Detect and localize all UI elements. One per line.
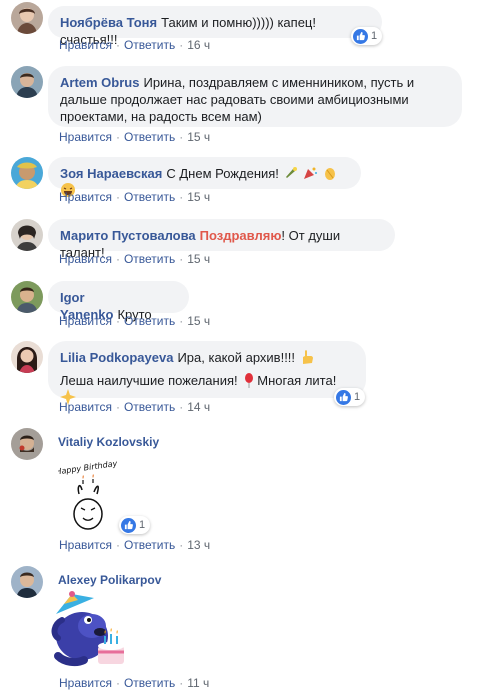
reaction-count[interactable]: 1	[119, 516, 151, 534]
comment-author[interactable]: Artem Obrus	[60, 75, 139, 90]
reply-button[interactable]: Ответить	[124, 190, 175, 204]
comment-author[interactable]: Марито Пустовалова	[60, 228, 196, 243]
reply-button[interactable]: Ответить	[124, 130, 175, 144]
comment-actions: Нравится · Ответить · 15 ч	[59, 252, 211, 266]
like-icon	[353, 28, 368, 44]
comment-time[interactable]: 13 ч	[187, 538, 210, 552]
party-popper-icon	[304, 167, 318, 179]
comment-time[interactable]: 16 ч	[187, 38, 210, 52]
birthday-dog-cake-sticker	[48, 590, 130, 670]
avatar[interactable]	[11, 157, 43, 189]
reply-button[interactable]: Ответить	[124, 38, 175, 52]
like-button[interactable]: Нравится	[59, 676, 112, 690]
comment-text-line2: Леша наилучшие пожелания!	[60, 373, 238, 388]
avatar[interactable]	[11, 219, 43, 251]
comment-author[interactable]: Vitaliy Kozlovskiy	[58, 435, 159, 449]
avatar[interactable]	[11, 566, 43, 598]
reply-button[interactable]: Ответить	[124, 676, 175, 690]
comment-time[interactable]: 15 ч	[187, 130, 210, 144]
like-button[interactable]: Нравится	[59, 252, 112, 266]
champagne-icon	[285, 167, 297, 178]
reply-button[interactable]: Ответить	[124, 252, 175, 266]
like-button[interactable]: Нравится	[59, 130, 112, 144]
comment-bubble: Igor Yanenko Круто	[48, 281, 189, 322]
reply-button[interactable]: Ответить	[124, 314, 175, 328]
avatar[interactable]	[11, 2, 43, 34]
comment-actions: Нравится · Ответить · 14 ч	[59, 400, 211, 414]
comment-time[interactable]: 11 ч	[187, 676, 209, 690]
comment-author[interactable]: Зоя Нараевская	[60, 166, 162, 181]
avatar[interactable]	[11, 66, 43, 98]
clapping-hands-icon	[324, 168, 335, 180]
comment-bubble: Зоя Нараевская С Днем Рождения!	[48, 157, 361, 197]
comment-actions: Нравится · Ответить · 15 ч	[59, 130, 211, 144]
comment-time[interactable]: 15 ч	[187, 314, 210, 328]
comment-time[interactable]: 14 ч	[187, 400, 210, 414]
like-button[interactable]: Нравится	[59, 190, 112, 204]
comment-actions: Нравится · Ответить · 13 ч	[59, 538, 211, 552]
comment-author[interactable]: Alexey Polikarpov	[58, 573, 161, 587]
like-icon	[336, 389, 351, 405]
comment-actions: Нравится · Ответить · 15 ч	[59, 190, 211, 204]
reaction-count[interactable]: 1	[351, 27, 383, 45]
comment-author[interactable]: Ноябрёва Тоня	[60, 15, 157, 30]
like-button[interactable]: Нравится	[59, 314, 112, 328]
comment-actions: Нравится · Ответить · 15 ч	[59, 314, 211, 328]
comment-text-line2b: Многая лита!	[257, 373, 337, 388]
comment-text: Ира, какой архив!!!!	[177, 350, 296, 365]
like-button[interactable]: Нравится	[59, 538, 112, 552]
comment-actions: Нравится · Ответить · 16 ч	[59, 38, 211, 52]
comment-author[interactable]: Lilia Podkopayeva	[60, 350, 173, 365]
balloon-icon	[245, 373, 254, 388]
comment-text: С Днем Рождения!	[166, 166, 279, 181]
avatar[interactable]	[11, 428, 43, 460]
happy-birthday-bunny-sticker: Happy Birthday!	[55, 456, 121, 536]
comment-bubble: Ноябрёва Тоня Таким и помню))))) капец! с…	[48, 6, 382, 47]
sticker-text: Happy Birthday!	[58, 458, 118, 476]
comment-actions: Нравится · Ответить · 11 ч	[59, 676, 210, 690]
reply-button[interactable]: Ответить	[124, 400, 175, 414]
like-icon	[121, 517, 136, 533]
comment-time[interactable]: 15 ч	[187, 190, 210, 204]
like-button[interactable]: Нравится	[59, 38, 112, 52]
avatar[interactable]	[11, 281, 43, 313]
reply-button[interactable]: Ответить	[124, 538, 175, 552]
comment-bubble: Lilia Podkopayeva Ира, какой архив!!!! Ле…	[48, 341, 366, 405]
comment-bubble: Artem Obrus Ирина, поздравляем с именнини…	[48, 66, 462, 127]
reaction-count[interactable]: 1	[334, 388, 366, 406]
comment-time[interactable]: 15 ч	[187, 252, 210, 266]
avatar[interactable]	[11, 341, 43, 373]
highlight-text: Поздравляю	[199, 228, 282, 243]
like-button[interactable]: Нравится	[59, 400, 112, 414]
pointing-hand-icon	[302, 350, 313, 364]
comment-bubble: Марито Пустовалова Поздравляю! От души та…	[48, 219, 395, 260]
